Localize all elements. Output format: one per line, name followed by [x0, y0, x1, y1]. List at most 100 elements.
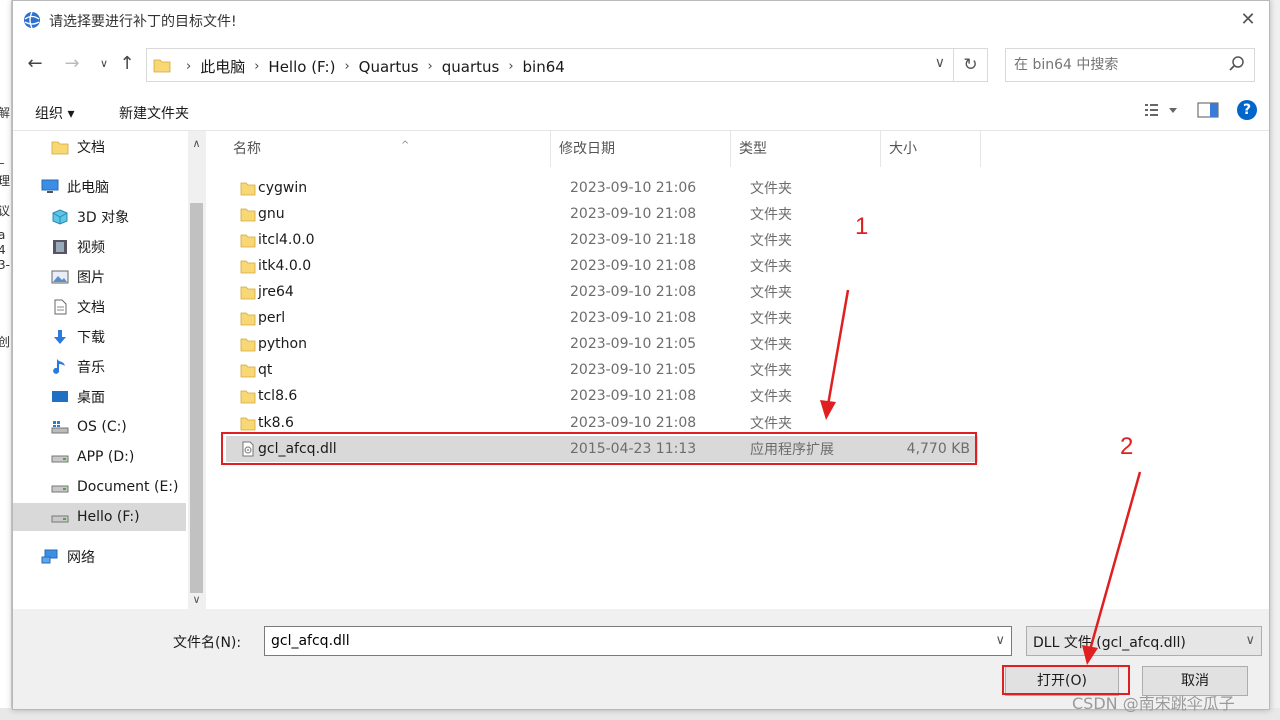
address-bar[interactable]: › 此电脑 › Hello (F:) › Quartus › quartus ›… — [146, 48, 954, 82]
breadcrumb-item[interactable]: quartus — [442, 58, 500, 76]
file-date: 2023-09-10 21:06 — [570, 180, 697, 196]
column-header-label: 类型 — [739, 141, 767, 157]
close-button[interactable]: ✕ — [1237, 9, 1259, 31]
breadcrumb-item[interactable]: Quartus — [359, 58, 419, 76]
refresh-button[interactable]: ↻ — [954, 48, 988, 82]
file-name: qt — [258, 362, 273, 378]
folder-icon — [240, 286, 256, 300]
nav-item-drive-d[interactable]: APP (D:) — [51, 443, 134, 471]
chevron-down-icon: ∨ — [99, 57, 109, 70]
breadcrumb-item[interactable]: Hello (F:) — [268, 58, 335, 76]
view-options-icon[interactable] — [1145, 103, 1179, 117]
drive-icon — [51, 485, 69, 493]
breadcrumb-item[interactable]: 此电脑 — [200, 56, 245, 77]
nav-item-network[interactable]: 网络 — [41, 543, 95, 571]
pictures-icon — [51, 270, 69, 284]
column-header-size[interactable]: 大小 — [881, 131, 981, 167]
command-bar: 组织 ▾ 新建文件夹 ? — [13, 91, 1269, 131]
address-dropdown-icon[interactable]: ∨ — [935, 55, 945, 71]
preview-pane-icon[interactable] — [1197, 102, 1219, 118]
column-header-name[interactable]: 名称 ^ — [225, 131, 551, 167]
chevron-down-icon: ∨ — [1245, 633, 1255, 648]
file-date: 2023-09-10 21:08 — [570, 258, 697, 274]
table-row[interactable]: qt 2023-09-10 21:05 文件夹 — [226, 357, 978, 383]
file-type: 文件夹 — [750, 416, 792, 432]
nav-item-3d-objects[interactable]: 3D 对象 — [51, 203, 129, 231]
nav-item-this-pc[interactable]: 此电脑 — [41, 173, 109, 201]
new-folder-button[interactable]: 新建文件夹 — [119, 103, 189, 123]
nav-item-label: 3D 对象 — [77, 210, 130, 226]
nav-item-label: OS (C:) — [77, 419, 127, 435]
nav-item-music[interactable]: 音乐 — [51, 353, 105, 381]
nav-item-label: Hello (F:) — [77, 509, 140, 525]
filename-label: 文件名(N): — [173, 635, 242, 651]
file-name: itk4.0.0 — [258, 258, 312, 274]
nav-item-downloads[interactable]: 下载 — [51, 323, 105, 351]
filename-combobox[interactable]: ∨ — [264, 626, 1012, 656]
background-text: a — [0, 228, 6, 242]
file-date: 2023-09-10 21:08 — [570, 415, 697, 431]
annotation-step-1: 1 — [855, 213, 869, 240]
watermark: CSDN @南宋跳伞瓜子 — [1072, 694, 1235, 713]
drive-icon — [51, 515, 69, 523]
recent-locations-button[interactable]: ∨ — [93, 53, 115, 75]
annotation-highlight-row — [221, 432, 977, 465]
column-header-date[interactable]: 修改日期 — [551, 131, 731, 167]
file-date: 2023-09-10 21:18 — [570, 232, 697, 248]
table-row[interactable]: cygwin 2023-09-10 21:06 文件夹 — [226, 175, 978, 201]
table-row[interactable]: tcl8.6 2023-09-10 21:08 文件夹 — [226, 383, 978, 409]
navigation-bar: ← → ∨ ↑ › 此电脑 › Hello (F:) › Quartus › q… — [13, 39, 1269, 91]
background-text: 创 — [0, 335, 11, 349]
nav-item-desktop[interactable]: 桌面 — [51, 383, 105, 411]
nav-item-label: 视频 — [77, 240, 105, 256]
nav-item-videos[interactable]: 视频 — [51, 233, 105, 261]
file-date: 2023-09-10 21:08 — [570, 206, 697, 222]
scroll-up-icon[interactable]: ∧ — [188, 137, 205, 153]
folder-icon — [240, 390, 256, 404]
folder-icon — [240, 208, 256, 222]
table-row[interactable]: perl 2023-09-10 21:08 文件夹 — [226, 305, 978, 331]
file-type: 文件夹 — [750, 285, 792, 301]
nav-item-drive-e[interactable]: Document (E:) — [51, 473, 178, 501]
file-name: perl — [258, 310, 286, 326]
download-icon — [54, 330, 66, 344]
folder-icon — [240, 312, 256, 326]
table-row[interactable]: python 2023-09-10 21:05 文件夹 — [226, 331, 978, 357]
refresh-icon: ↻ — [963, 55, 978, 75]
help-icon[interactable]: ? — [1237, 100, 1257, 120]
column-header-type[interactable]: 类型 — [731, 131, 881, 167]
chevron-down-icon[interactable]: ∨ — [995, 633, 1005, 648]
nav-item-documents[interactable]: 文档 — [51, 293, 105, 321]
nav-item-documents-quick[interactable]: 文档 — [51, 133, 105, 161]
up-button[interactable]: ↑ — [116, 53, 138, 75]
breadcrumb-separator: › — [344, 59, 350, 74]
forward-button[interactable]: → — [61, 53, 83, 75]
table-row[interactable]: itk4.0.0 2023-09-10 21:08 文件夹 — [226, 253, 978, 279]
scroll-down-icon[interactable]: ∨ — [188, 593, 205, 609]
table-row[interactable]: jre64 2023-09-10 21:08 文件夹 — [226, 279, 978, 305]
sort-ascending-icon: ^ — [401, 140, 410, 151]
nav-item-pictures[interactable]: 图片 — [51, 263, 105, 291]
file-name: python — [258, 336, 307, 352]
column-header-label: 修改日期 — [559, 141, 615, 157]
breadcrumb-separator: › — [186, 59, 192, 74]
background-window: 解 _ 理 议 a 4 3- 创 — [0, 0, 12, 720]
filetype-select[interactable]: DLL 文件 (gcl_afcq.dll) ∨ — [1026, 626, 1262, 656]
filetype-value: DLL 文件 (gcl_afcq.dll) — [1033, 635, 1186, 651]
back-button[interactable]: ← — [24, 53, 46, 75]
scrollbar-thumb[interactable] — [190, 203, 203, 593]
column-header-label: 名称 — [233, 141, 261, 157]
folder-icon — [240, 182, 256, 196]
breadcrumb-item[interactable]: bin64 — [523, 58, 565, 76]
filename-input[interactable] — [271, 632, 971, 650]
organize-button[interactable]: 组织 ▾ — [35, 103, 74, 123]
breadcrumb-separator: › — [254, 59, 260, 74]
file-date: 2023-09-10 21:05 — [570, 362, 697, 378]
search-box[interactable] — [1005, 48, 1255, 82]
nav-item-drive-f[interactable]: Hello (F:) — [13, 503, 186, 531]
file-type: 文件夹 — [750, 311, 792, 327]
nav-scrollbar[interactable]: ∧ ∨ — [188, 131, 205, 609]
search-input[interactable] — [1014, 55, 1224, 75]
nav-item-label: 音乐 — [77, 360, 105, 376]
nav-item-drive-c[interactable]: OS (C:) — [51, 413, 127, 441]
